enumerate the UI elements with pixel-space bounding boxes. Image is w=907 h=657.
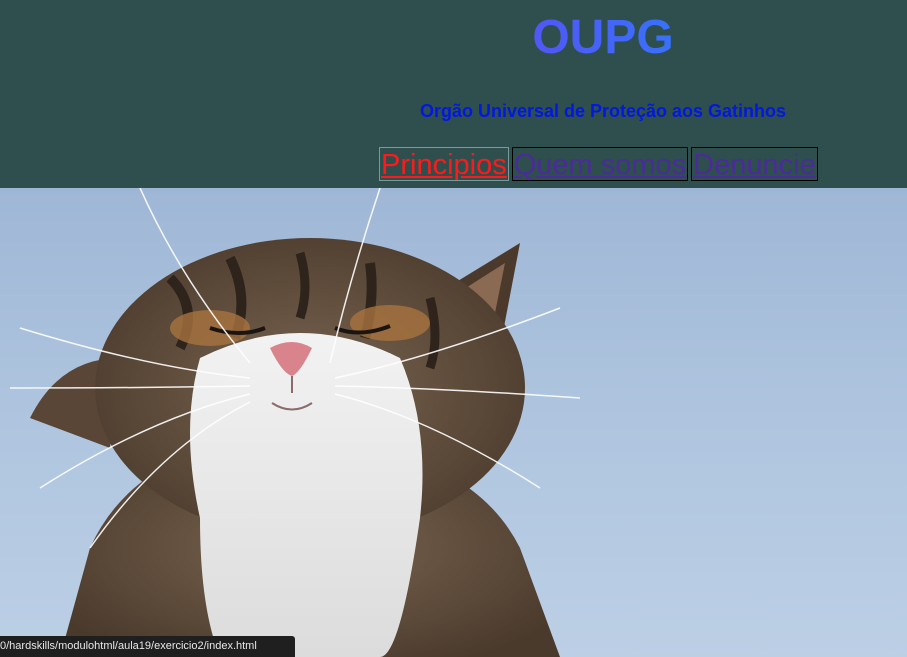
browser-status-bar-url: 0/hardskills/modulohtml/aula19/exercicio… — [0, 636, 295, 657]
hero-cat-image — [0, 188, 907, 657]
site-subtitle: Orgão Universal de Proteção aos Gatinhos — [419, 101, 787, 121]
nav-link-principios[interactable]: Principios — [379, 147, 509, 181]
nav-link-quem-somos[interactable]: Quem somos — [511, 147, 689, 181]
status-url-text: 0/hardskills/modulohtml/aula19/exercicio… — [0, 640, 257, 652]
main-nav: Principios Quem somos Denuncie — [379, 147, 818, 181]
site-header: OUPG Orgão Universal de Proteção aos Gat… — [0, 0, 907, 188]
cat-photo-icon — [9, 188, 581, 657]
site-title: OUPG — [400, 10, 806, 66]
nav-link-denuncie[interactable]: Denuncie — [691, 147, 818, 181]
